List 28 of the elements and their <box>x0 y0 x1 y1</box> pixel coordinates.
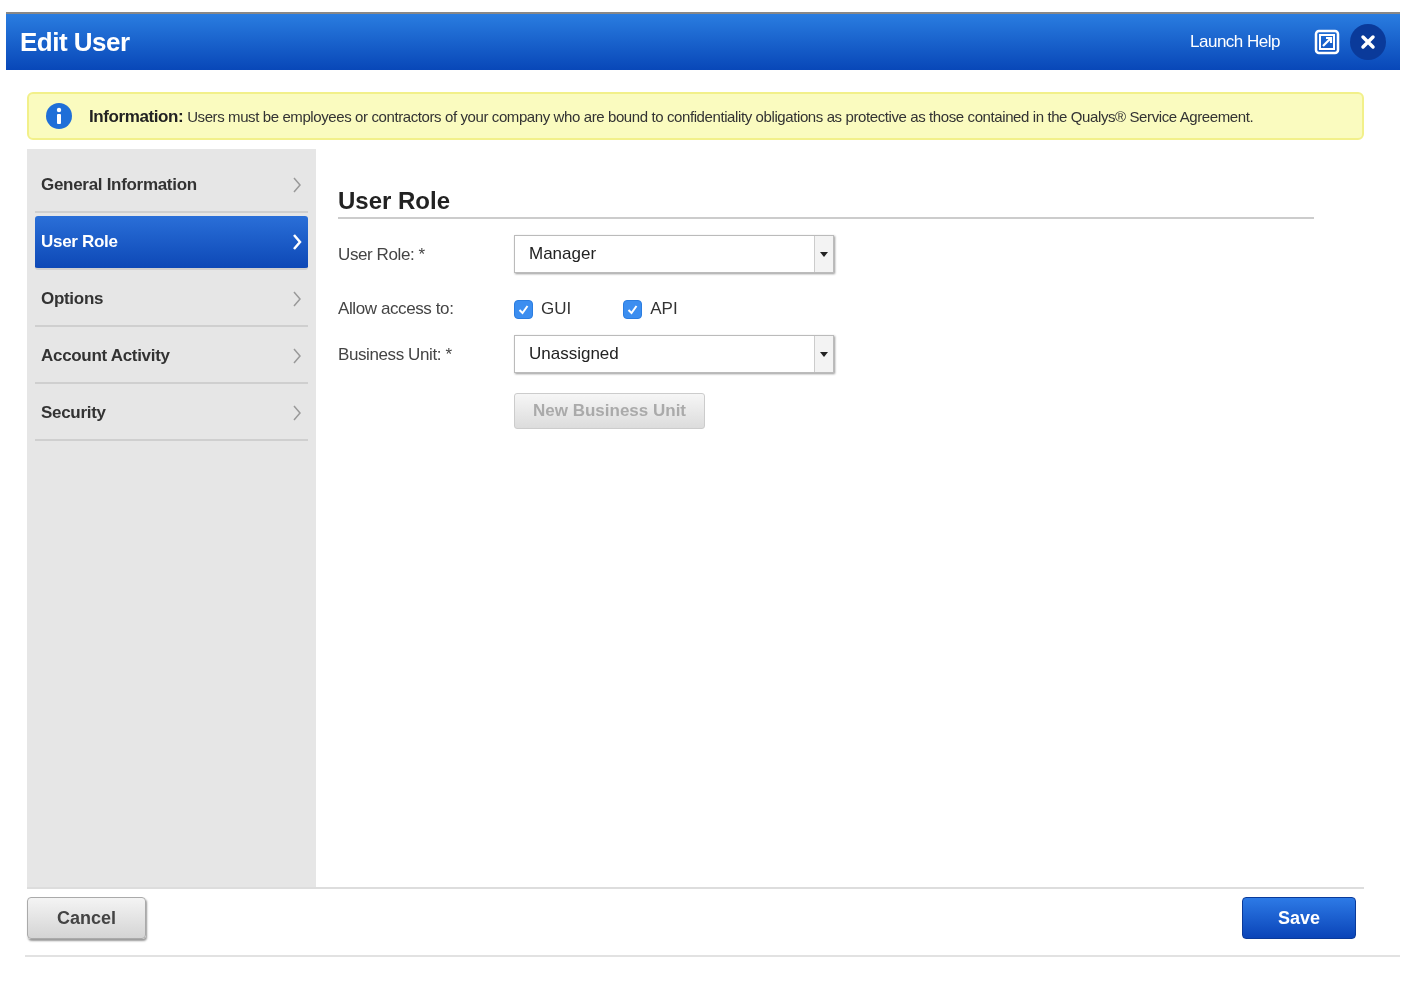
window-title: Edit User <box>20 26 131 58</box>
launch-help-link[interactable]: Launch Help <box>1190 32 1280 52</box>
sidebar-item[interactable]: Options <box>35 273 308 327</box>
field-label: User Role: * <box>338 244 426 265</box>
chevron-icon <box>292 233 302 251</box>
chevron-icon <box>292 290 302 308</box>
close-icon <box>1360 34 1376 50</box>
access-checkbox[interactable]: GUI <box>514 299 572 319</box>
cancel-button[interactable]: Cancel <box>27 897 146 939</box>
section-title: User Role <box>338 187 1314 219</box>
user-role-select[interactable]: Manager <box>514 235 834 273</box>
info-icon <box>45 102 73 130</box>
chevron-icon <box>292 404 302 422</box>
caret-icon <box>820 351 828 357</box>
field-label: Allow access to: <box>338 298 455 319</box>
save-button[interactable]: Save <box>1242 897 1356 939</box>
business-unit-select[interactable]: Unassigned <box>514 335 834 373</box>
sidebar-item[interactable]: General Information <box>35 159 308 213</box>
field-label: Business Unit: * <box>338 344 453 365</box>
sidebar-item[interactable]: Account Activity <box>35 330 308 384</box>
close-button[interactable] <box>1350 24 1386 60</box>
access-checkbox[interactable]: API <box>623 299 678 319</box>
sidebar-item[interactable]: User Role <box>35 216 308 270</box>
chevron-icon <box>292 347 302 365</box>
sidebar-item[interactable]: Security <box>35 387 308 441</box>
chevron-icon <box>292 176 302 194</box>
information-text: Information: Users must be employees or contractors of your company who are bound to confidentiality obligations as protective as those contained in the Qualys® Service Agreement. <box>89 105 1254 128</box>
caret-icon <box>820 251 828 257</box>
